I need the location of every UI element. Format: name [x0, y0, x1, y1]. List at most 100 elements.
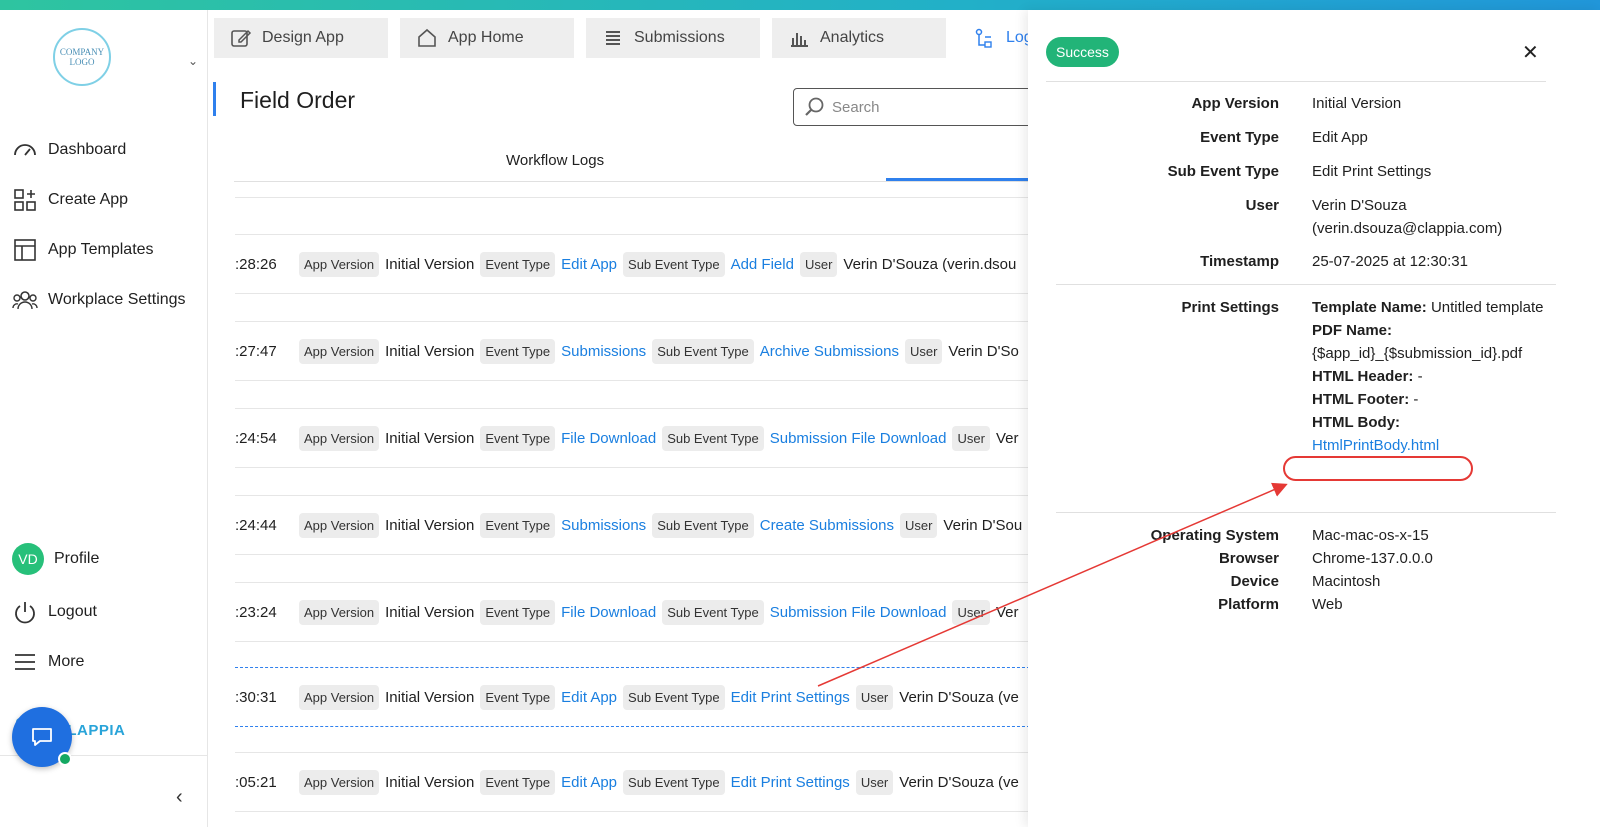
user-label: User — [1245, 197, 1279, 214]
log-row[interactable]: :23:24 App Version Initial Version Event Ty… — [235, 582, 1028, 642]
collapse-sidebar-icon[interactable]: ‹ — [176, 786, 183, 809]
avatar: VD — [12, 543, 44, 575]
html-body-link[interactable]: HtmlPrintBody.html — [1312, 434, 1557, 457]
app-version-value: Initial Version — [385, 688, 475, 706]
sidebar-item-workplace-settings[interactable]: Workplace Settings — [12, 285, 186, 315]
app-version-chip: App Version — [299, 425, 380, 451]
event-type-link[interactable]: Submissions — [561, 517, 646, 534]
annotation-highlight — [1283, 456, 1473, 481]
user-value: Verin D'Souza (verin.dsou — [843, 255, 1017, 273]
user-value: Ver — [995, 603, 1019, 621]
user-value: Verin D'So — [948, 342, 1019, 360]
app-version-value: Initial Version — [385, 429, 475, 447]
list-icon — [606, 31, 620, 45]
event-type-chip: Event Type — [480, 684, 556, 710]
pdf-name: {$app_id}_{$submission_id}.pdf — [1312, 345, 1523, 362]
main-content: Design App App Home Submissions Analytic… — [208, 10, 1028, 827]
sub-event-type-link[interactable]: Submission File Download — [770, 430, 947, 447]
user-chip: User — [855, 769, 894, 795]
sidebar: COMPANY LOGO ⌄ Dashboard Create App App … — [0, 10, 208, 827]
sidebar-item-more[interactable]: More — [12, 647, 84, 677]
html-header-key: HTML Header: — [1312, 368, 1414, 385]
online-status-dot — [58, 752, 72, 766]
log-time: :30:31 — [235, 688, 277, 706]
user-name: Verin D'Souza — [1312, 197, 1407, 214]
tab-logs[interactable]: Log — [958, 18, 1028, 58]
tab-analytics[interactable]: Analytics — [772, 18, 946, 58]
tab-design-app[interactable]: Design App — [214, 18, 388, 58]
sidebar-item-profile[interactable]: VD Profile — [12, 543, 100, 575]
tab-label: Analytics — [820, 29, 885, 46]
power-icon — [15, 602, 35, 624]
log-time: :05:21 — [235, 773, 277, 791]
tab-app-home[interactable]: App Home — [400, 18, 574, 58]
log-row[interactable]: :24:44 App Version Initial Version Event Ty… — [235, 495, 1028, 555]
gauge-icon — [14, 144, 36, 156]
log-row[interactable]: :27:47 App Version Initial Version Event Ty… — [235, 321, 1028, 381]
event-type-link[interactable]: File Download — [561, 604, 656, 621]
sidebar-item-dashboard[interactable]: Dashboard — [12, 135, 126, 165]
search-placeholder: Search — [832, 98, 880, 116]
user-chip: User — [899, 512, 938, 538]
sub-event-type-link[interactable]: Archive Submissions — [760, 343, 899, 360]
log-row[interactable]: :30:31 App Version Initial Version Event Ty… — [235, 667, 1028, 727]
app-version-value: Initial Version — [385, 773, 475, 791]
tab-workflow-logs[interactable]: Workflow Logs — [506, 152, 604, 169]
event-type-link[interactable]: File Download — [561, 430, 656, 447]
sub-event-type-link[interactable]: Edit Print Settings — [731, 774, 850, 791]
log-time: :27:47 — [235, 342, 277, 360]
tab-label: Log — [1006, 29, 1028, 46]
user-chip: User — [952, 425, 990, 451]
user-value: Verin D'Souza (ve — [899, 773, 1019, 791]
user-chip: User — [904, 338, 943, 364]
os-label: Operating System — [1150, 527, 1279, 544]
event-type-link[interactable]: Submissions — [561, 343, 646, 360]
divider — [1056, 512, 1556, 513]
sub-event-type-link[interactable]: Add Field — [731, 256, 794, 273]
chat-icon — [32, 728, 52, 746]
sidebar-item-label: Profile — [54, 550, 100, 567]
search-icon — [805, 97, 824, 116]
sub-event-type-label: Sub Event Type — [1167, 163, 1279, 180]
workflow-icon — [975, 28, 992, 48]
sub-event-type-link[interactable]: Submission File Download — [770, 604, 947, 621]
event-type-link[interactable]: Edit App — [561, 774, 617, 791]
sub-event-type-link[interactable]: Edit Print Settings — [731, 689, 850, 706]
app-version-chip: App Version — [299, 599, 380, 625]
log-row[interactable]: :05:21 App Version Initial Version Event Ty… — [235, 752, 1028, 812]
sidebar-item-create-app[interactable]: Create App — [12, 185, 128, 215]
event-type-link[interactable]: Edit App — [561, 689, 617, 706]
tab-submissions[interactable]: Submissions — [586, 18, 760, 58]
user-value: Verin D'Sou — [943, 516, 1023, 534]
print-settings-value: Template Name: Untitled template PDF Nam… — [1312, 296, 1557, 457]
app-version-value: Initial Version — [1312, 95, 1402, 112]
user-chip: User — [952, 599, 990, 625]
log-row[interactable]: :28:26 App Version Initial Version Event Ty… — [235, 234, 1028, 294]
device-value: Macintosh — [1312, 573, 1381, 590]
log-row[interactable]: :24:54 App Version Initial Version Event Ty… — [235, 408, 1028, 468]
sub-event-type-chip: Sub Event Type — [623, 251, 725, 277]
app-version-chip: App Version — [299, 684, 380, 710]
sidebar-item-logout[interactable]: Logout — [12, 597, 97, 627]
log-time: :24:44 — [235, 516, 277, 534]
divider — [1046, 81, 1546, 82]
browser-label: Browser — [1218, 550, 1279, 567]
sub-event-type-link[interactable]: Create Submissions — [760, 517, 894, 534]
event-type-chip: Event Type — [480, 251, 556, 277]
company-logo[interactable]: COMPANY LOGO — [53, 28, 111, 86]
search-input[interactable]: Search — [793, 88, 1028, 126]
log-time: :23:24 — [235, 603, 277, 621]
chevron-down-icon[interactable]: ⌄ — [188, 54, 198, 68]
sidebar-item-app-templates[interactable]: App Templates — [12, 235, 154, 265]
template-icon — [14, 239, 36, 261]
app-version-label: App Version — [1191, 95, 1279, 112]
tab-label: Submissions — [634, 29, 725, 46]
close-icon[interactable]: ✕ — [1522, 40, 1539, 65]
event-type-chip: Event Type — [480, 338, 556, 364]
log-detail-drawer: Success ✕ App Version Initial Version Ev… — [1028, 10, 1600, 827]
event-type-link[interactable]: Edit App — [561, 256, 617, 273]
os-value: Mac-mac-os-x-15 — [1312, 527, 1429, 544]
event-type-value: Edit App — [1312, 129, 1368, 146]
app-version-chip: App Version — [299, 251, 380, 277]
event-type-chip: Event Type — [480, 599, 556, 625]
